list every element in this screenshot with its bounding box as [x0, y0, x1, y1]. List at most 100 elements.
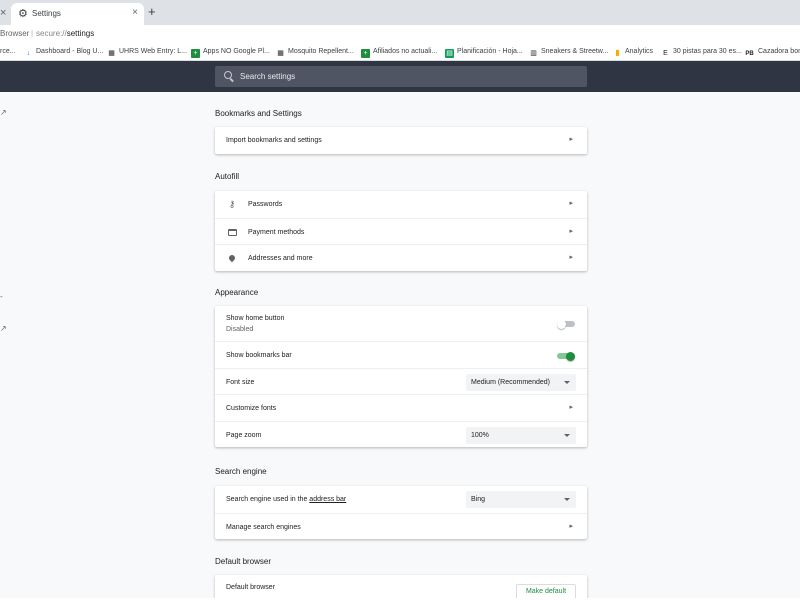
- chevron-right-icon: ▸: [569, 522, 573, 530]
- bookmark-label: Sneakers & Streetw...: [541, 48, 609, 55]
- gear-icon: ⚙: [18, 8, 28, 20]
- address-bar-link[interactable]: address bar: [309, 496, 346, 503]
- page-zoom-select[interactable]: 100%: [466, 426, 576, 444]
- bookmark-item[interactable]: PB Cazadora bom: [744, 46, 800, 57]
- bookmark-item[interactable]: ▦ Mosquito Repellent...: [276, 46, 354, 57]
- chevron-right-icon: ▸: [569, 200, 573, 207]
- bookmark-item[interactable]: ▮ Analytics: [613, 46, 653, 57]
- collapse-icon[interactable]: -: [0, 293, 3, 301]
- page-zoom-value: 100%: [471, 431, 489, 439]
- previous-tab-close-icon[interactable]: ×: [0, 7, 8, 19]
- pb-icon: PB: [745, 51, 754, 57]
- analytics-icon: ▮: [615, 48, 620, 57]
- bookmark-label: Analytics: [625, 48, 654, 55]
- bookmark-item[interactable]: ▤ Planificación - Hoja...: [445, 46, 523, 58]
- uhrs-icon: ▦: [277, 50, 284, 57]
- bookmark-label: Afiliados no actuali...: [373, 48, 438, 55]
- address-bar[interactable]: Browser | secure://settings: [0, 25, 800, 42]
- bookmark-item[interactable]: + Apps NO Google Pl...: [191, 46, 270, 58]
- bookmark-item[interactable]: rce...: [0, 46, 16, 57]
- bookmark-label: rce...: [0, 48, 16, 55]
- plus-icon: +: [361, 49, 370, 58]
- caret-down-icon: [564, 380, 570, 384]
- caret-down-icon: [564, 498, 570, 501]
- search-input[interactable]: Search settings: [215, 66, 587, 87]
- e-icon: E: [663, 50, 668, 57]
- payment-methods-row[interactable]: Payment methods ▸: [215, 217, 587, 245]
- credit-card-icon: [226, 226, 238, 238]
- caret-down-icon: [564, 433, 570, 437]
- default-browser-label: Default browser: [226, 584, 276, 591]
- bookmark-label: Dashboard - Blog U...: [36, 48, 104, 55]
- addresses-label: Addresses and more: [248, 255, 313, 262]
- bookmark-item[interactable]: ▦ UHRS Web Entry: L...: [107, 46, 187, 57]
- autofill-card: ⚷ Passwords ▸ Payment methods ▸ Addresse…: [215, 191, 587, 271]
- toggle-knob: [566, 351, 575, 361]
- external-link-icon[interactable]: ↗: [0, 109, 7, 117]
- arrow-down-icon: ↓: [26, 50, 31, 57]
- tab-settings[interactable]: ⚙ Settings ×: [11, 3, 144, 25]
- search-engine-value: Bing: [471, 496, 486, 503]
- font-size-label: Font size: [226, 378, 255, 386]
- appearance-card: Show home button Disabled Show bookmarks…: [215, 306, 587, 447]
- default-browser-row: Default browser Make default: [215, 575, 587, 598]
- close-tab-icon[interactable]: ×: [132, 7, 138, 19]
- search-engine-prefix: Search engine used in the: [226, 496, 310, 503]
- bookmark-label: 30 pistas para 30 es...: [673, 48, 742, 55]
- default-browser-card: Default browser Make default: [215, 575, 587, 598]
- chevron-right-icon: ▸: [569, 136, 573, 143]
- section-title-autofill: Autofill: [215, 172, 240, 181]
- toggle-knob: [557, 319, 566, 329]
- addresses-row[interactable]: Addresses and more ▸: [215, 244, 587, 271]
- font-size-value: Medium (Recommended): [471, 378, 550, 386]
- import-bookmarks-label: Import bookmarks and settings: [226, 137, 322, 144]
- passwords-label: Passwords: [248, 201, 283, 208]
- home-button-row[interactable]: Show home button Disabled: [215, 306, 587, 341]
- address-separator: |: [31, 29, 34, 38]
- customize-fonts-row[interactable]: Customize fonts ▸: [215, 394, 587, 421]
- make-default-button[interactable]: Make default: [516, 584, 576, 598]
- home-button-status: Disabled: [226, 326, 254, 333]
- search-engine-select[interactable]: Bing: [466, 491, 576, 508]
- tab-strip: × ⚙ Settings × +: [0, 0, 800, 25]
- search-engine-row: Search engine used in the address bar Bi…: [215, 486, 587, 513]
- manage-search-engines-row[interactable]: Manage search engines ▸: [215, 512, 587, 540]
- search-engine-card: Search engine used in the address bar Bi…: [215, 486, 587, 539]
- bookmark-item[interactable]: + Afiliados no actuali...: [361, 46, 438, 58]
- store-icon: ▥: [530, 50, 537, 57]
- manage-search-engines-label: Manage search engines: [226, 523, 301, 531]
- bookmark-label: UHRS Web Entry: L...: [119, 48, 187, 55]
- section-title-appearance: Appearance: [215, 288, 259, 297]
- uhrs-icon: ▦: [108, 50, 115, 57]
- location-pin-icon: [226, 252, 238, 264]
- bookmarks-bar-toggle[interactable]: [557, 351, 575, 361]
- chevron-right-icon: ▸: [569, 254, 573, 261]
- section-title-bookmarks: Bookmarks and Settings: [215, 109, 302, 118]
- passwords-row[interactable]: ⚷ Passwords ▸: [215, 191, 587, 218]
- external-link-icon[interactable]: ↗: [0, 325, 7, 333]
- chevron-right-icon: ▸: [569, 404, 573, 411]
- plus-icon: +: [191, 49, 200, 58]
- home-button-label: Show home button: [226, 315, 285, 322]
- browser-label: Browser: [0, 29, 30, 38]
- payment-methods-label: Payment methods: [248, 228, 305, 236]
- customize-fonts-label: Customize fonts: [226, 405, 277, 412]
- bookmark-item[interactable]: ↓ Dashboard - Blog U...: [24, 46, 104, 57]
- home-button-toggle[interactable]: [557, 319, 575, 329]
- bookmark-item[interactable]: ▥ Sneakers & Streetw...: [529, 46, 608, 57]
- font-size-select[interactable]: Medium (Recommended): [466, 373, 576, 391]
- bookmark-label: Planificación - Hoja...: [457, 48, 523, 55]
- tab-title: Settings: [32, 9, 61, 18]
- section-title-search-engine: Search engine: [215, 467, 267, 476]
- new-tab-button[interactable]: +: [148, 5, 156, 18]
- bookmarks-bar-row[interactable]: Show bookmarks bar: [215, 341, 587, 368]
- sheets-icon: ▤: [445, 49, 454, 58]
- bookmarks-card: Import bookmarks and settings ▸: [215, 127, 587, 154]
- bookmark-label: Mosquito Repellent...: [288, 48, 354, 55]
- bookmark-item[interactable]: E 30 pistas para 30 es...: [661, 46, 742, 57]
- search-placeholder: Search settings: [240, 72, 296, 81]
- search-icon: [224, 71, 232, 79]
- url-text[interactable]: secure://settings: [36, 25, 94, 42]
- section-title-default-browser: Default browser: [215, 557, 272, 566]
- import-bookmarks-row[interactable]: Import bookmarks and settings ▸: [215, 127, 587, 154]
